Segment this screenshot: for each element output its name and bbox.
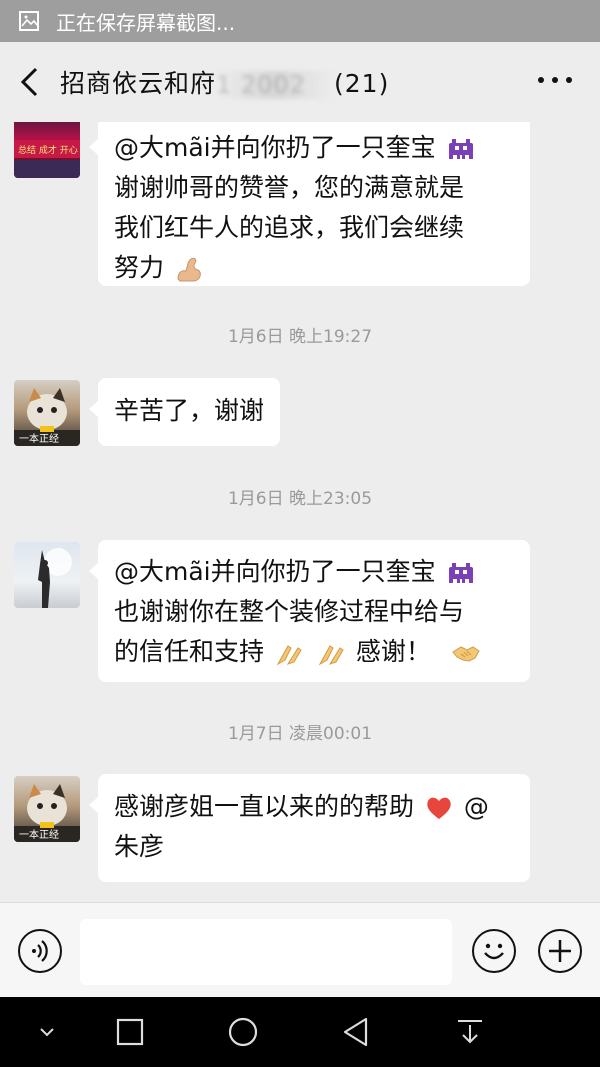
svg-text:一本正经: 一本正经 — [19, 432, 59, 445]
chevron-left-icon — [20, 67, 38, 97]
recent-apps-icon[interactable] — [113, 1015, 147, 1049]
handshake-icon — [452, 646, 480, 662]
message-text: 的信任和支持 — [114, 637, 265, 666]
message-text: 也谢谢你在整个装修过程中给与 — [114, 597, 465, 626]
more-options-button[interactable] — [538, 929, 582, 973]
member-count: (21) — [334, 69, 390, 98]
message-text: 谢谢帅哥的赞誉，您的满意就是 — [114, 173, 465, 202]
space-invader-icon — [448, 563, 473, 583]
message-line: 努力 — [114, 248, 514, 288]
message-text: @大mãi并向你扔了一只奎宝 — [114, 557, 436, 586]
folded-hands-icon — [318, 645, 344, 666]
smiley-icon — [484, 943, 504, 960]
message-text: 我们红牛人的追求，我们会继续 — [114, 213, 465, 242]
status-text: 正在保存屏幕截图... — [56, 10, 236, 35]
message-text: 努力 — [114, 253, 165, 282]
screenshot-icon — [18, 10, 40, 32]
message-bubble[interactable]: 感谢彦姐一直以来的的帮助 @ 朱彦 — [89, 774, 530, 882]
red-heart-icon — [427, 797, 451, 819]
avatar[interactable]: 一本正经 — [14, 380, 80, 446]
plus-icon — [549, 940, 571, 962]
message-bubble[interactable]: @大mãi并向你扔了一只奎宝 也谢谢你在整个装修过程中给与 的信任和支持 感谢！ — [89, 540, 530, 682]
voice-button[interactable] — [18, 929, 62, 973]
voice-icon — [32, 940, 48, 962]
chevron-down-icon[interactable] — [30, 1015, 64, 1049]
avatar-image: 一本正经 — [14, 784, 80, 842]
flexed-biceps-icon — [177, 257, 201, 282]
chat-title-text: 招商依云和府 — [60, 69, 217, 98]
message-line: 的信任和支持 感谢！ — [114, 632, 514, 672]
status-bar: 正在保存屏幕截图... — [0, 0, 600, 42]
more-dot-icon — [566, 77, 572, 83]
space-invader-icon — [448, 139, 473, 159]
timestamp: 1月6日 晚上23:05 — [227, 489, 373, 509]
chat-header: 招商依云和府1 2002 (21) — [0, 42, 600, 122]
message-line: @大mãi并向你扔了一只奎宝 — [114, 552, 514, 592]
avatar-image: 一本正经 — [14, 388, 80, 446]
avatar-image — [38, 548, 72, 608]
home-icon[interactable] — [226, 1015, 260, 1049]
more-dot-icon — [552, 77, 558, 83]
svg-text:一本正经: 一本正经 — [19, 828, 59, 841]
input-bar — [0, 902, 600, 997]
avatar[interactable]: 一本正经 — [14, 776, 80, 842]
emoji-button[interactable] — [472, 929, 516, 973]
message-bubble[interactable]: 辛苦了，谢谢 — [88, 378, 281, 446]
message-text: 感谢！ — [355, 637, 431, 666]
message-input[interactable] — [80, 919, 452, 985]
message-text: 朱彦 — [114, 832, 165, 861]
message-line: 感谢彦姐一直以来的的帮助 @ — [114, 787, 514, 827]
message-text: @大mãi并向你扔了一只奎宝 — [114, 133, 436, 162]
avatar[interactable] — [14, 542, 80, 608]
avatar-image: 总结 成才 开心 — [14, 140, 80, 178]
system-navigation-bar — [0, 997, 600, 1067]
svg-text:总结 成才 开心: 总结 成才 开心 — [18, 144, 78, 156]
back-button[interactable] — [0, 42, 60, 122]
chat-messages[interactable]: 总结 成才 开心 @大mãi并向你扔了一只奎宝 谢谢帅哥的赞誉，您的满意就是 我… — [0, 122, 600, 902]
notification-pull-icon[interactable] — [453, 1015, 487, 1049]
message-text: 辛苦了，谢谢 — [114, 396, 265, 425]
message-line: @大mãi并向你扔了一只奎宝 — [114, 128, 514, 168]
chat-title-redacted: 1 2002 — [216, 71, 335, 99]
message-text: 感谢彦姐一直以来的的帮助 — [114, 792, 415, 821]
chat-title: 招商依云和府1 2002 (21) — [60, 64, 389, 100]
avatar[interactable]: 总结 成才 开心 — [14, 122, 80, 178]
more-dot-icon — [538, 77, 544, 83]
timestamp: 1月7日 凌晨00:01 — [227, 724, 373, 744]
timestamp: 1月6日 晚上19:27 — [227, 327, 373, 347]
more-button[interactable] — [538, 70, 572, 90]
mention-symbol: @ — [463, 792, 489, 821]
message-bubble[interactable]: @大mãi并向你扔了一只奎宝 谢谢帅哥的赞誉，您的满意就是 我们红牛人的追求，我… — [89, 122, 530, 288]
back-triangle-icon[interactable] — [340, 1015, 374, 1049]
folded-hands-icon — [276, 645, 302, 666]
